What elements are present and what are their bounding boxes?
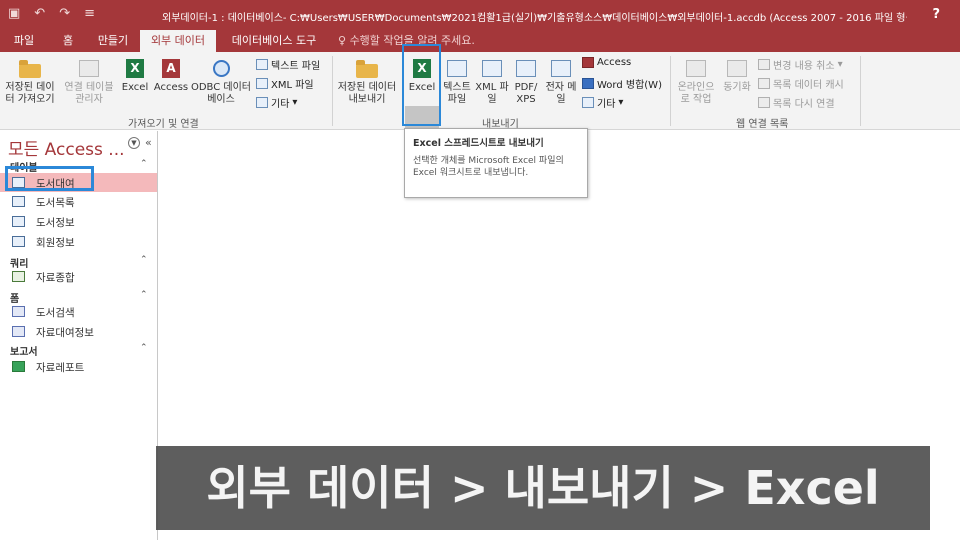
chevron-up-icon[interactable]: ⌃ bbox=[140, 255, 148, 265]
folder-icon bbox=[19, 60, 41, 78]
chevron-up-icon[interactable]: ⌃ bbox=[140, 290, 148, 300]
text-file-icon bbox=[256, 59, 268, 70]
selection-highlight-box bbox=[5, 166, 94, 191]
excel-export-tooltip: Excel 스프레드시트로 내보내기 선택한 개체를 Microsoft Exc… bbox=[404, 128, 588, 198]
window-title: 외부데이터-1 : 데이터베이스- C:₩Users₩USER₩Document… bbox=[162, 13, 907, 24]
group-separator bbox=[670, 56, 671, 126]
nav-item-form[interactable]: 도서검색 bbox=[0, 302, 157, 321]
discard-changes-button[interactable]: 변경 내용 취소 ▾ bbox=[758, 57, 843, 72]
pdf-icon bbox=[516, 60, 536, 77]
linked-table-manager-button[interactable]: 연결 테이블 관리자 bbox=[60, 58, 118, 106]
import-excel-button[interactable]: X Excel bbox=[120, 58, 150, 94]
group-separator bbox=[332, 56, 333, 126]
nav-item-table[interactable]: 회원정보 bbox=[0, 232, 157, 251]
saved-exports-button[interactable]: 저장된 데이터 내보내기 bbox=[336, 58, 398, 106]
export-pdf-xps-button[interactable]: PDF/ XPS bbox=[510, 58, 542, 106]
help-button[interactable]: ? bbox=[932, 7, 940, 22]
dropdown-arrow-icon: ▾ bbox=[618, 97, 624, 108]
table-icon bbox=[12, 196, 25, 207]
import-group-label: 가져오기 및 연결 bbox=[128, 119, 199, 130]
table-icon bbox=[12, 216, 25, 227]
nav-item-form[interactable]: 자료대여정보 bbox=[0, 322, 157, 341]
sync-icon bbox=[727, 60, 747, 77]
undo-icon[interactable]: ↶ bbox=[34, 6, 45, 21]
tab-file[interactable]: 파일 bbox=[6, 30, 42, 52]
nav-item-report[interactable]: 자료레포트 bbox=[0, 357, 157, 376]
email-icon bbox=[551, 60, 571, 77]
ribbon: 저장된 데이터 가져오기 연결 테이블 관리자 X Excel A Access… bbox=[0, 52, 960, 152]
save-icon[interactable]: ▣ bbox=[8, 6, 20, 21]
report-icon bbox=[12, 361, 25, 372]
tab-database-tools[interactable]: 데이터베이스 도구 bbox=[222, 30, 326, 52]
export-email-button[interactable]: 전자 메일 bbox=[544, 58, 578, 106]
collapse-pane-icon[interactable]: « bbox=[145, 136, 152, 149]
cache-list-data-button[interactable]: 목록 데이터 캐시 bbox=[758, 76, 844, 91]
video-caption: 외부 데이터 > 내보내기 > Excel bbox=[156, 446, 930, 530]
query-icon bbox=[12, 271, 25, 282]
redo-icon[interactable]: ↷ bbox=[59, 6, 70, 21]
nav-item-table[interactable]: 도서정보 bbox=[0, 212, 157, 231]
excel-highlight-box bbox=[402, 44, 441, 126]
relink-lists-button[interactable]: 목록 다시 연결 bbox=[758, 95, 835, 110]
form-icon bbox=[12, 306, 25, 317]
navigation-pane: 모든 Access ... ▼ « 테이블 ⌃ 도서대여 도서목록 도서정보 회… bbox=[0, 131, 158, 540]
word-merge-button[interactable]: Word 병합(W) bbox=[582, 76, 662, 91]
xml-file-icon bbox=[482, 60, 502, 77]
linked-table-icon bbox=[79, 60, 99, 77]
relink-icon bbox=[758, 97, 770, 108]
access-icon: A bbox=[162, 59, 180, 78]
nav-menu-dropdown-icon[interactable]: ▼ bbox=[128, 137, 140, 149]
odbc-globe-icon bbox=[213, 60, 230, 77]
quick-access-toolbar: ▣ ↶ ↷ ≡ bbox=[8, 6, 95, 21]
nav-pane-title[interactable]: 모든 Access ... bbox=[8, 135, 125, 160]
import-odbc-button[interactable]: ODBC 데이터베이스 bbox=[190, 58, 252, 106]
import-xml-file-button[interactable]: XML 파일 bbox=[256, 76, 314, 91]
access-icon bbox=[582, 57, 594, 68]
more-icon bbox=[256, 97, 268, 108]
web-group-label: 웹 연결 목록 bbox=[736, 119, 789, 130]
import-more-button[interactable]: 기타 ▾ bbox=[256, 95, 297, 110]
form-icon bbox=[12, 326, 25, 337]
customize-qat-icon[interactable]: ≡ bbox=[84, 6, 95, 21]
chevron-up-icon[interactable]: ⌃ bbox=[140, 159, 148, 169]
group-separator bbox=[860, 56, 861, 126]
export-text-file-button[interactable]: 텍스트 파일 bbox=[441, 58, 473, 106]
discard-icon bbox=[758, 59, 770, 70]
export-access-button[interactable]: Access bbox=[582, 57, 631, 68]
nav-item-query[interactable]: 자료종합 bbox=[0, 267, 157, 286]
text-file-icon bbox=[447, 60, 467, 77]
export-more-button[interactable]: 기타 ▾ bbox=[582, 95, 623, 110]
folder-icon bbox=[356, 60, 378, 78]
section-reports[interactable]: 보고서 bbox=[10, 343, 38, 358]
word-icon bbox=[582, 78, 594, 89]
import-text-file-button[interactable]: 텍스트 파일 bbox=[256, 57, 320, 72]
work-online-icon bbox=[686, 60, 706, 77]
chevron-up-icon[interactable]: ⌃ bbox=[140, 343, 148, 353]
saved-imports-button[interactable]: 저장된 데이터 가져오기 bbox=[2, 58, 58, 106]
dropdown-arrow-icon: ▾ bbox=[837, 59, 843, 70]
work-online-button[interactable]: 온라인으 로 작업 bbox=[674, 58, 718, 106]
table-icon bbox=[12, 236, 25, 247]
lightbulb-icon: ♀ bbox=[338, 34, 347, 47]
tab-create[interactable]: 만들기 bbox=[90, 30, 136, 52]
tooltip-title: Excel 스프레드시트로 내보내기 bbox=[413, 138, 544, 149]
xml-file-icon bbox=[256, 78, 268, 89]
excel-icon: X bbox=[126, 59, 144, 78]
export-xml-button[interactable]: XML 파일 bbox=[475, 58, 509, 106]
import-access-button[interactable]: A Access bbox=[152, 58, 190, 94]
ribbon-tabs: 파일 홈 만들기 외부 데이터 데이터베이스 도구 ♀ 수행할 작업을 알려 주… bbox=[0, 30, 960, 52]
nav-item-table[interactable]: 도서목록 bbox=[0, 192, 157, 211]
sync-button[interactable]: 동기화 bbox=[720, 58, 754, 94]
more-icon bbox=[582, 97, 594, 108]
tab-home[interactable]: 홈 bbox=[54, 30, 82, 52]
tooltip-body: 선택한 개체를 Microsoft Excel 파일의 Excel 워크시트로 … bbox=[413, 156, 564, 178]
cache-icon bbox=[758, 78, 770, 89]
tab-external-data[interactable]: 외부 데이터 bbox=[140, 30, 216, 52]
title-bar: ▣ ↶ ↷ ≡ 외부데이터-1 : 데이터베이스- C:₩Users₩USER₩… bbox=[0, 0, 960, 30]
dropdown-arrow-icon: ▾ bbox=[292, 97, 298, 108]
